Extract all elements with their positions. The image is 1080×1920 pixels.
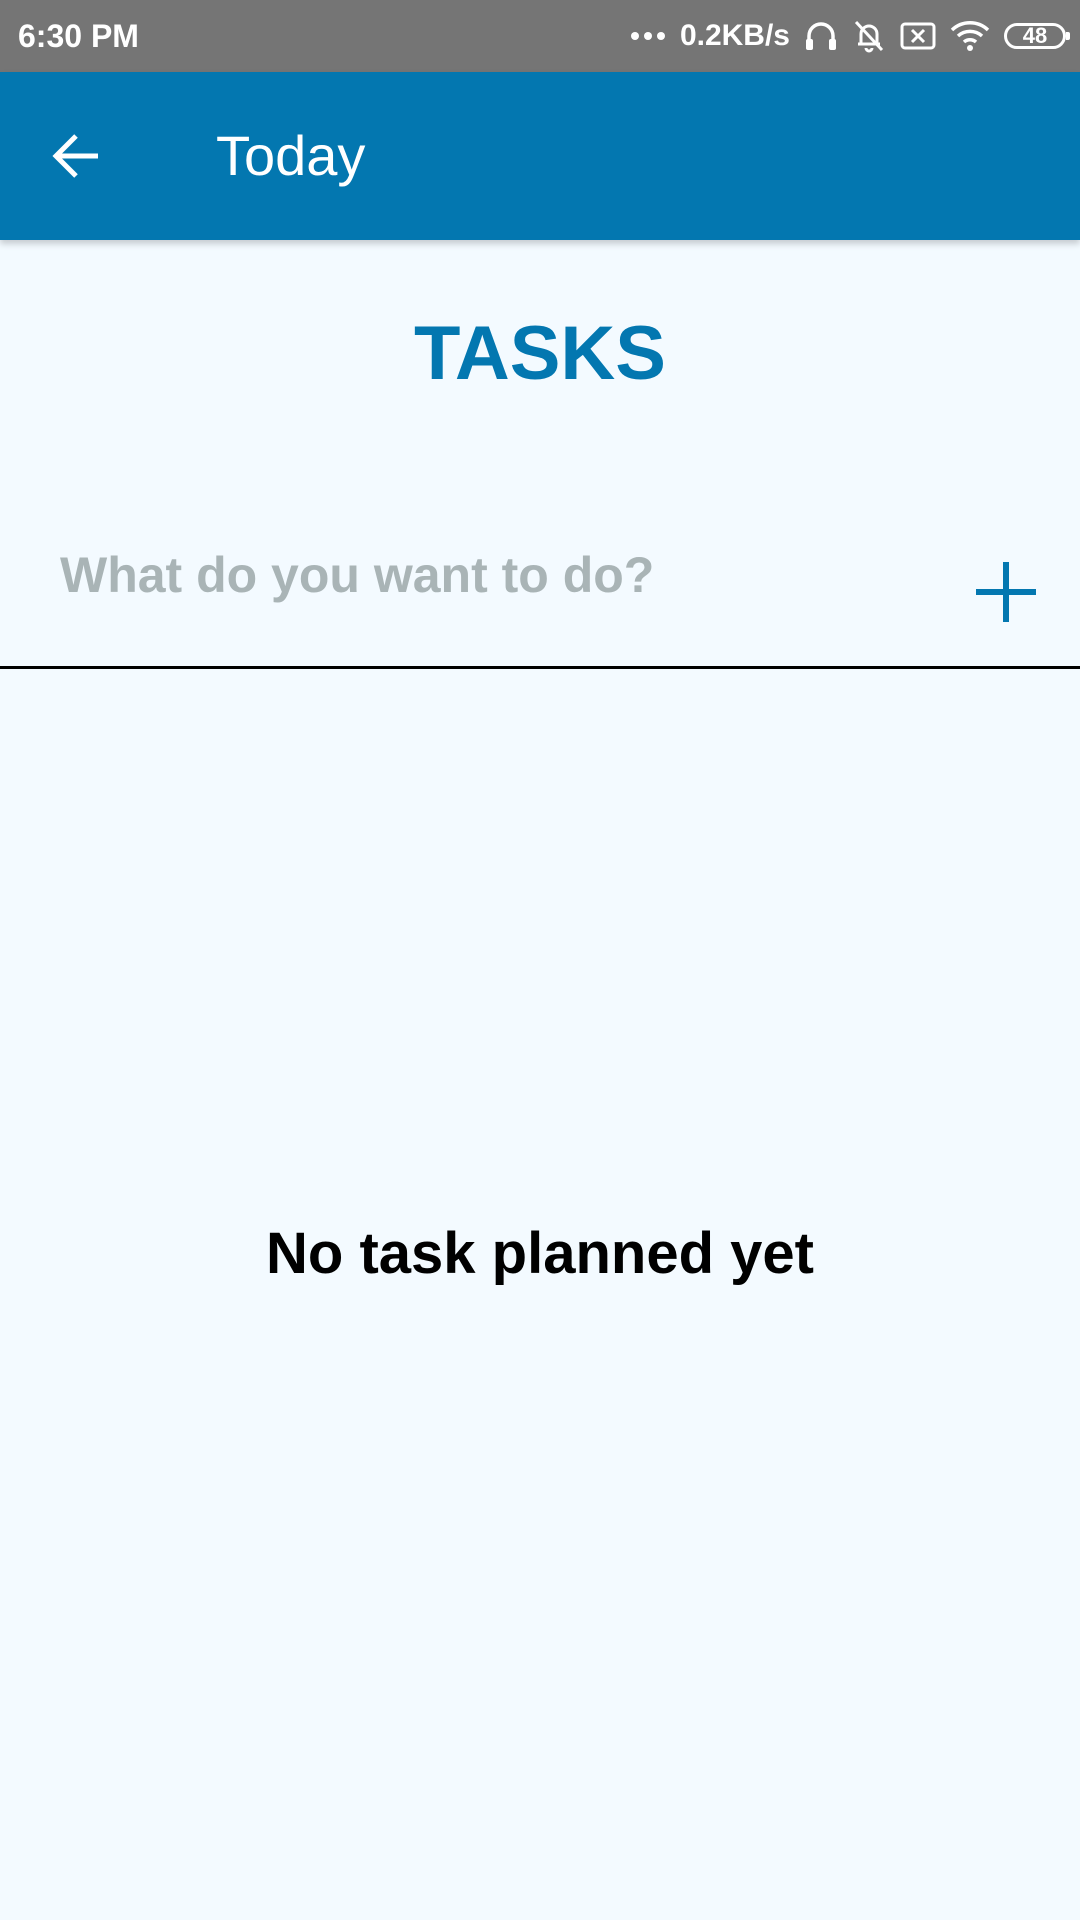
bell-off-icon (852, 18, 886, 54)
status-bar: 6:30 PM 0.2KB/s 48 (0, 0, 1080, 72)
back-button[interactable] (36, 116, 116, 196)
network-speed: 0.2KB/s (679, 19, 790, 52)
headset-icon (804, 18, 838, 54)
wifi-icon (950, 20, 990, 52)
battery-level: 48 (1022, 23, 1048, 48)
tasks-heading: TASKS (414, 311, 666, 396)
task-input[interactable] (60, 530, 920, 620)
sim-blocked-icon (900, 21, 936, 51)
more-dots-icon (630, 30, 666, 42)
empty-state-message: No task planned yet (266, 1221, 814, 1286)
plus-icon (976, 562, 1036, 622)
input-divider (0, 666, 1080, 669)
status-time: 6:30 PM (18, 18, 139, 54)
task-input-row (0, 512, 1080, 670)
app-bar: Today (0, 72, 1080, 240)
page-title: Today (216, 124, 366, 187)
battery-icon: 48 (1004, 23, 1070, 49)
arrow-left-icon (52, 134, 98, 178)
status-icons: 0.2KB/s 48 (630, 0, 1070, 72)
add-task-button[interactable] (966, 552, 1046, 632)
